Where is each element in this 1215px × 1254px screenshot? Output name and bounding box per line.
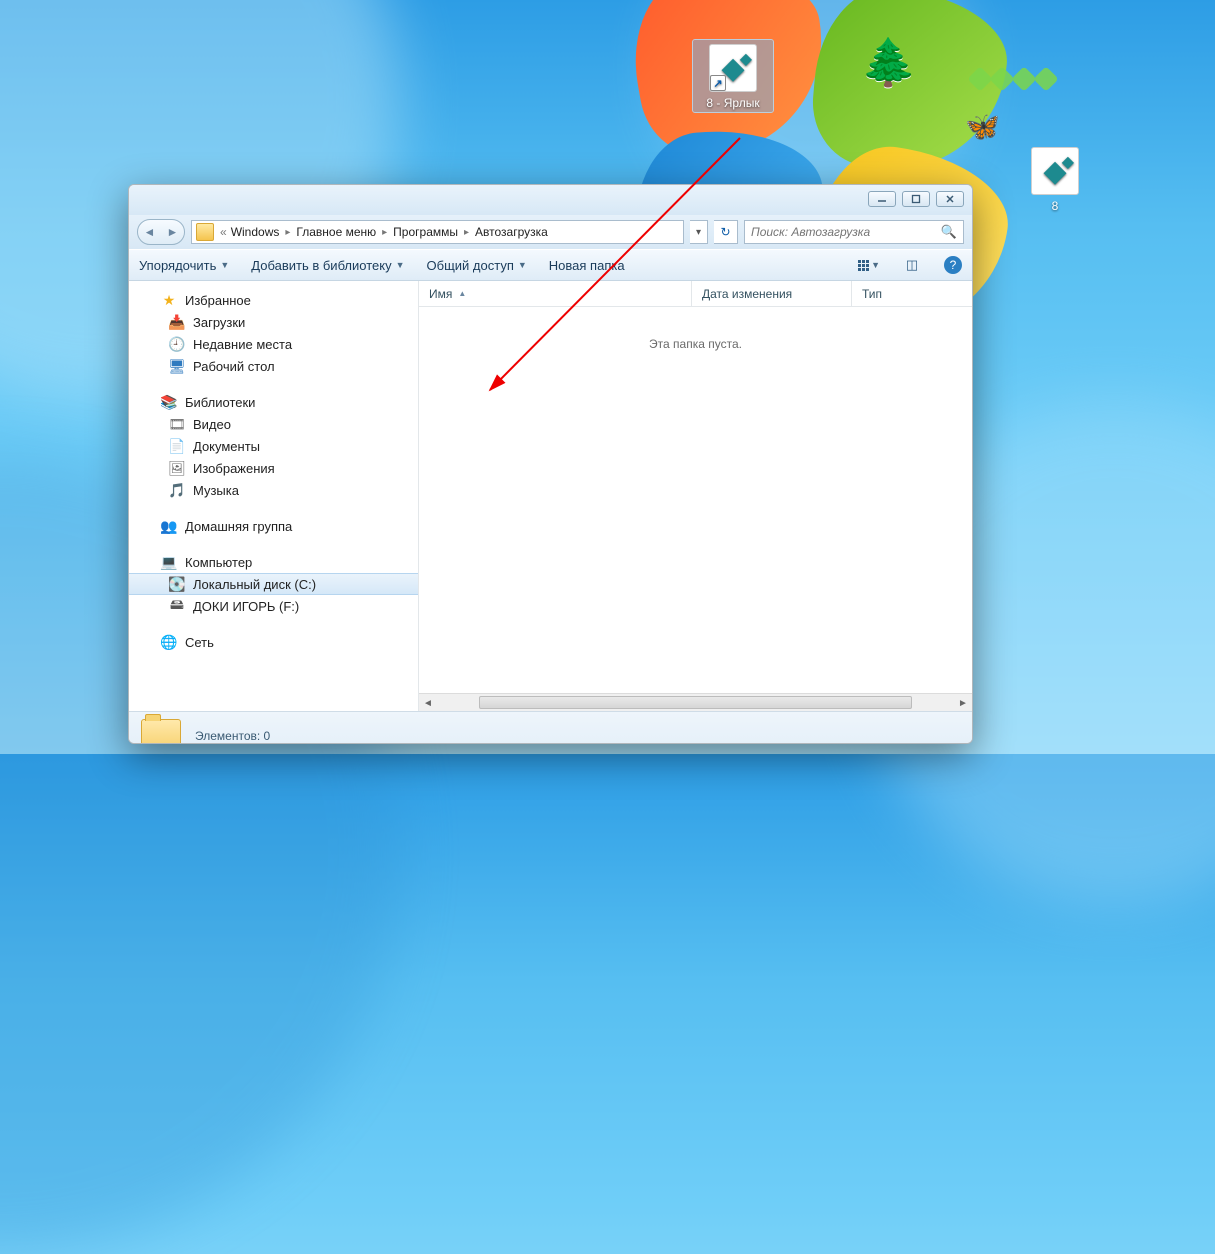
breadcrumb-item[interactable]: Windows [229, 225, 282, 239]
music-icon: 🎵 [169, 482, 185, 498]
breadcrumb-prefix: « [218, 225, 229, 239]
nav-favorites[interactable]: ★Избранное [129, 289, 418, 311]
regedit-icon: ◆ ◆ [1031, 147, 1079, 195]
downloads-icon: 📥 [169, 314, 185, 330]
desktop-icon-label: 8 - Ярлык [693, 96, 773, 110]
desktop-icon: 🖥 [169, 358, 185, 374]
column-date[interactable]: Дата изменения [692, 281, 852, 306]
nav-downloads[interactable]: 📥Загрузки [129, 311, 418, 333]
organize-button[interactable]: Упорядочить▼ [139, 258, 229, 273]
sort-indicator-icon: ▲ [458, 289, 466, 298]
video-icon: 🎞 [169, 416, 185, 432]
scrollbar-thumb[interactable] [479, 696, 912, 709]
leaves-icon [971, 70, 1055, 88]
add-to-library-button[interactable]: Добавить в библиотеку▼ [251, 258, 404, 273]
minimize-button[interactable] [868, 191, 896, 207]
nav-recent[interactable]: 🕘Недавние места [129, 333, 418, 355]
butterfly-icon: 🦋 [965, 110, 1000, 143]
folder-icon [196, 223, 214, 241]
share-button[interactable]: Общий доступ▼ [427, 258, 527, 273]
content-pane[interactable]: Имя▲ Дата изменения Тип Эта папка пуста.… [419, 281, 972, 711]
breadcrumb[interactable]: « Windows▸ Главное меню▸ Программы▸ Авто… [191, 220, 684, 244]
nav-back-forward[interactable]: ◄ ► [137, 219, 185, 245]
document-icon: 📄 [169, 438, 185, 454]
breadcrumb-item[interactable]: Автозагрузка [473, 225, 550, 239]
nav-libraries[interactable]: 📚Библиотеки [129, 391, 418, 413]
drive-icon: 🖴 [169, 598, 185, 614]
computer-icon: 💻 [161, 554, 177, 570]
new-folder-button[interactable]: Новая папка [549, 258, 625, 273]
nav-disk-f[interactable]: 🖴ДОКИ ИГОРЬ (F:) [129, 595, 418, 617]
maximize-button[interactable] [902, 191, 930, 207]
breadcrumb-item[interactable]: Главное меню [294, 225, 378, 239]
nav-desktop[interactable]: 🖥Рабочий стол [129, 355, 418, 377]
column-type[interactable]: Тип [852, 281, 972, 306]
preview-pane-button[interactable]: ◫ [902, 255, 922, 275]
close-button[interactable] [936, 191, 964, 207]
forward-button[interactable]: ► [161, 220, 184, 244]
toolbar: Упорядочить▼ Добавить в библиотеку▼ Общи… [129, 249, 972, 281]
pictures-icon: 🖼 [169, 460, 185, 476]
nav-homegroup[interactable]: 👥Домашняя группа [129, 515, 418, 537]
search-box[interactable]: 🔍 [744, 220, 964, 244]
recent-icon: 🕘 [169, 336, 185, 352]
column-name[interactable]: Имя▲ [419, 281, 692, 306]
star-icon: ★ [161, 292, 177, 308]
scroll-left-button[interactable]: ◄ [419, 694, 437, 712]
back-button[interactable]: ◄ [138, 220, 161, 244]
status-bar: Элементов: 0 [129, 711, 972, 744]
tree-icon: 🌲 [860, 35, 917, 90]
breadcrumb-dropdown[interactable]: ▾ [690, 220, 708, 244]
address-bar: ◄ ► « Windows▸ Главное меню▸ Программы▸ … [129, 215, 972, 249]
regedit-icon: ◆ ◆ ↗ [709, 44, 757, 92]
shortcut-arrow-icon: ↗ [710, 75, 726, 91]
nav-computer[interactable]: 💻Компьютер [129, 551, 418, 573]
desktop-icon-label: 8 [1015, 199, 1095, 213]
desktop-shortcut-8[interactable]: ◆ ◆ ↗ 8 - Ярлык [693, 40, 773, 112]
column-headers: Имя▲ Дата изменения Тип [419, 281, 972, 307]
disk-icon: 💽 [169, 576, 185, 592]
explorer-window: ◄ ► « Windows▸ Главное меню▸ Программы▸ … [128, 184, 973, 744]
desktop-file-8[interactable]: ◆ ◆ 8 [1015, 145, 1095, 213]
libraries-icon: 📚 [161, 394, 177, 410]
nav-pane: ★Избранное 📥Загрузки 🕘Недавние места 🖥Ра… [129, 281, 419, 711]
nav-pictures[interactable]: 🖼Изображения [129, 457, 418, 479]
titlebar[interactable] [129, 185, 972, 215]
network-icon: 🌐 [161, 634, 177, 650]
nav-video[interactable]: 🎞Видео [129, 413, 418, 435]
folder-icon [141, 719, 181, 745]
refresh-button[interactable]: ↻ [714, 220, 738, 244]
homegroup-icon: 👥 [161, 518, 177, 534]
nav-music[interactable]: 🎵Музыка [129, 479, 418, 501]
breadcrumb-item[interactable]: Программы [391, 225, 460, 239]
search-input[interactable] [751, 225, 941, 239]
scroll-right-button[interactable]: ► [954, 694, 972, 712]
view-options-button[interactable]: ▼ [858, 260, 880, 271]
empty-folder-message: Эта папка пуста. [419, 307, 972, 693]
nav-local-disk-c[interactable]: 💽Локальный диск (C:) [129, 573, 418, 595]
search-icon: 🔍 [941, 224, 957, 240]
status-elements: Элементов: 0 [195, 729, 270, 743]
nav-documents[interactable]: 📄Документы [129, 435, 418, 457]
horizontal-scrollbar[interactable]: ◄ ► [419, 693, 972, 711]
nav-network[interactable]: 🌐Сеть [129, 631, 418, 653]
help-button[interactable]: ? [944, 256, 962, 274]
